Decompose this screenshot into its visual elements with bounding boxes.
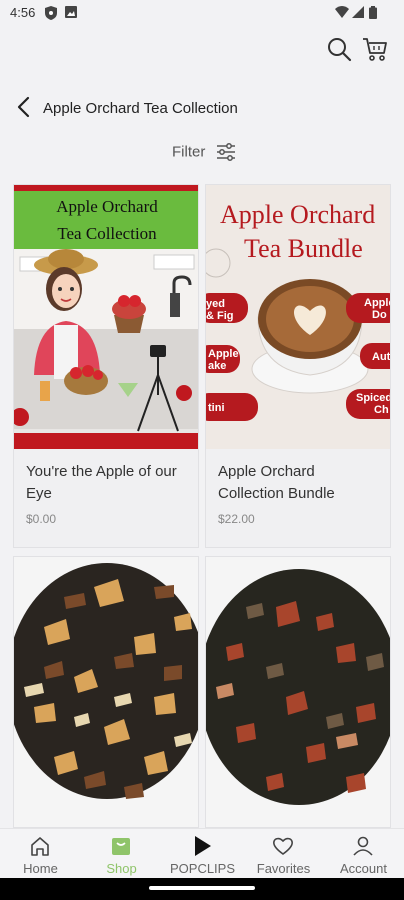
tag-label: yed: [206, 298, 225, 310]
nav-favorites-label: Favorites: [256, 861, 311, 876]
signal-icon: [352, 6, 364, 18]
image-notification-icon: [65, 6, 77, 18]
back-arrow-icon[interactable]: [14, 96, 36, 118]
product-name[interactable]: Apple Orchard Collection Bundle: [218, 461, 378, 505]
image-title-line2: Tea Collection: [57, 224, 157, 243]
nav-account[interactable]: Account: [323, 829, 404, 879]
tag-label: ake: [208, 360, 226, 372]
product-image[interactable]: [14, 557, 198, 827]
nav-shop-label: Shop: [106, 861, 137, 876]
home-icon: [31, 837, 49, 856]
product-card[interactable]: Apple Orchard Tea Collection You're the …: [13, 184, 199, 548]
shield-icon: [45, 6, 57, 20]
image-title-line1: Apple Orchard: [56, 197, 158, 216]
product-price: $0.00: [26, 512, 57, 526]
wifi-icon: [335, 6, 349, 18]
bottom-navigation: Home Shop POPCLIPS Favorites Account: [0, 828, 404, 879]
shop-icon: [112, 838, 130, 855]
page-header: Apple Orchard Tea Collection: [0, 92, 404, 124]
tag-label: Apple: [364, 297, 390, 309]
account-icon: [353, 836, 373, 856]
tag-label: Aut: [372, 351, 390, 363]
nav-account-label: Account: [340, 861, 387, 876]
heart-icon: [273, 837, 293, 855]
nav-shop[interactable]: Shop: [81, 829, 162, 879]
product-card[interactable]: [205, 556, 391, 828]
product-card[interactable]: [13, 556, 199, 828]
status-bar: 4:56: [0, 0, 404, 26]
battery-icon: [369, 6, 377, 19]
search-icon[interactable]: [326, 36, 352, 62]
nav-home[interactable]: Home: [0, 829, 81, 879]
product-price: $22.00: [218, 512, 255, 526]
product-name[interactable]: You're the Apple of our Eye: [26, 461, 186, 505]
tag-label: Ch: [374, 404, 389, 416]
product-card[interactable]: Apple Orchard Tea Bundle yed & Fig Apple…: [205, 184, 391, 548]
header-actions: [310, 36, 390, 64]
status-time: 4:56: [10, 5, 36, 20]
filter-sliders-icon: [216, 143, 235, 161]
image-title-line2: Tea Bundle: [244, 234, 363, 263]
cart-icon[interactable]: [362, 36, 388, 62]
tag-label: & Fig: [206, 310, 234, 322]
play-icon: [195, 836, 211, 856]
tag-label: Do: [372, 309, 387, 321]
filter-label: Filter: [172, 143, 206, 161]
product-image[interactable]: Apple Orchard Tea Bundle yed & Fig Apple…: [206, 185, 390, 449]
product-image[interactable]: [206, 557, 390, 827]
tag-label: tini: [208, 402, 225, 414]
tag-label: Spiced: [356, 392, 390, 404]
gesture-bar: [0, 878, 404, 900]
product-image[interactable]: Apple Orchard Tea Collection: [14, 185, 198, 449]
page-title: Apple Orchard Tea Collection: [43, 100, 238, 117]
home-indicator[interactable]: [149, 886, 255, 890]
nav-popclips-label: POPCLIPS: [169, 861, 236, 876]
nav-favorites[interactable]: Favorites: [243, 829, 324, 879]
nav-home-label: Home: [23, 861, 58, 876]
filter-button[interactable]: Filter: [172, 142, 236, 166]
nav-popclips[interactable]: POPCLIPS: [162, 829, 243, 879]
tag-label: Apple: [208, 348, 239, 360]
image-title-line1: Apple Orchard: [220, 200, 375, 229]
